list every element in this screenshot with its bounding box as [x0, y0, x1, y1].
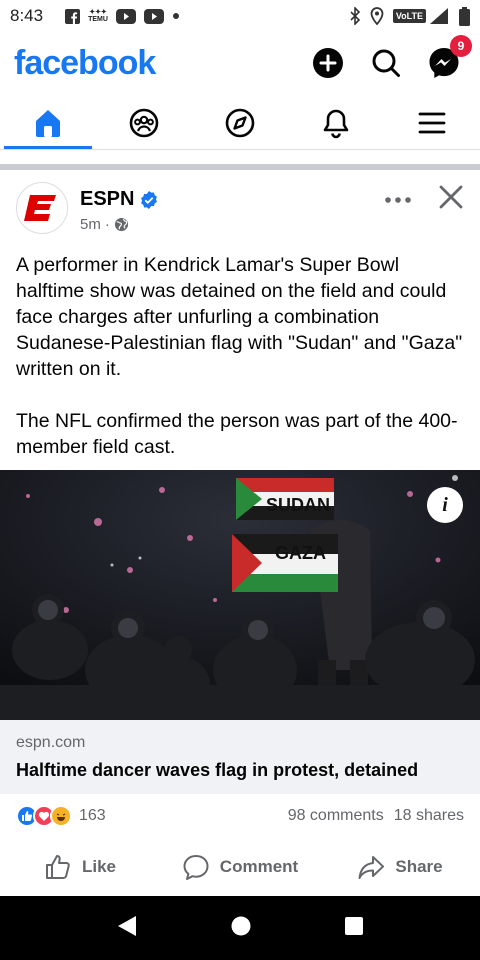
back-button[interactable] [116, 914, 138, 943]
thumbs-up-icon [45, 855, 70, 879]
plus-icon [313, 48, 343, 78]
halftime-photo: SUDAN GAZA [0, 470, 480, 720]
reaction-count[interactable]: 163 [79, 807, 106, 825]
tab-groups[interactable] [96, 96, 192, 149]
verified-badge-icon [141, 190, 158, 209]
espn-avatar[interactable] [16, 182, 68, 234]
volte-label: VoLTE [392, 9, 426, 23]
location-icon [370, 7, 384, 25]
compass-icon [225, 108, 255, 137]
recents-button[interactable] [344, 916, 364, 941]
hamburger-icon [418, 112, 446, 133]
tab-home[interactable] [0, 96, 96, 149]
groups-icon [129, 108, 159, 137]
image-info-button[interactable]: i [427, 487, 463, 523]
post-time[interactable]: 5m [80, 216, 101, 233]
hide-post-button[interactable] [438, 184, 464, 215]
reaction-icons[interactable] [16, 805, 72, 827]
post-action-bar: Like Comment Share [0, 840, 480, 894]
status-time: 8:43 [10, 6, 44, 25]
comment-button[interactable]: Comment [160, 853, 320, 881]
comment-count[interactable]: 98 comments [288, 807, 384, 825]
like-button[interactable]: Like [0, 853, 160, 881]
battery-icon [459, 6, 470, 26]
home-button[interactable] [230, 915, 252, 942]
system-icons: VoLTE [349, 6, 470, 26]
main-tabs [0, 96, 480, 150]
header-actions: 9 [306, 35, 472, 85]
comment-label: Comment [219, 857, 299, 876]
messenger-button[interactable]: 9 [422, 35, 472, 85]
youtube-icon [115, 8, 136, 24]
globe-icon [114, 217, 128, 232]
post-text: A performer in Kendrick Lamar's Super Bo… [16, 252, 466, 486]
create-button[interactable] [306, 41, 350, 85]
reactions-summary: 163 98 comments 18 shares [0, 800, 480, 832]
signal-icon: VoLTE [392, 7, 450, 25]
feed-divider [0, 164, 480, 170]
post-author[interactable]: ESPN [80, 188, 158, 211]
flag-text-gaza: GAZA [275, 543, 326, 563]
comment-icon [183, 855, 209, 880]
share-icon [358, 856, 385, 879]
home-icon [36, 109, 60, 137]
facebook-notif-icon [65, 8, 81, 24]
home-circle-icon [231, 916, 251, 935]
tab-explore[interactable] [192, 96, 288, 149]
engagement-counts: 98 comments 18 shares [288, 807, 464, 825]
search-icon [372, 49, 400, 77]
post-author-name[interactable]: ESPN [80, 188, 134, 211]
like-label: Like [81, 857, 117, 876]
tab-menu[interactable] [384, 96, 480, 149]
more-options-button[interactable] [384, 191, 412, 209]
post-meta: ESPN 5m · [80, 182, 158, 233]
link-title[interactable]: Halftime dancer waves flag in protest, d… [16, 760, 464, 781]
post-image[interactable]: SUDAN GAZA i [0, 470, 480, 720]
sudan-flag: SUDAN [236, 478, 334, 520]
recents-icon [345, 916, 363, 935]
tab-notifications[interactable] [288, 96, 384, 149]
flag-text-sudan: SUDAN [266, 495, 330, 515]
status-bar: 8:43 ✦✦✦ TEMU VoLTE [0, 0, 480, 32]
back-icon [118, 915, 136, 936]
share-label: Share [395, 857, 443, 876]
haha-reaction-icon [50, 805, 72, 827]
youtube-icon [143, 8, 164, 24]
post-header: ESPN 5m · [0, 182, 480, 246]
post-paragraph: The NFL confirmed the person was part of… [16, 410, 458, 458]
link-preview[interactable]: espn.com Halftime dancer waves flag in p… [0, 720, 480, 794]
search-button[interactable] [364, 41, 408, 85]
palestine-flag: GAZA [232, 534, 338, 592]
post-header-actions [384, 182, 464, 215]
facebook-logo[interactable]: facebook [14, 44, 156, 83]
notification-icons: ✦✦✦ TEMU [65, 8, 180, 24]
bell-icon [323, 109, 349, 138]
app-header: facebook 9 [0, 32, 480, 94]
ellipsis-icon [385, 196, 411, 203]
close-icon [439, 185, 463, 209]
link-domain: espn.com [16, 734, 86, 751]
espn-logo-icon [24, 195, 56, 221]
post-time-row: 5m · [80, 216, 158, 233]
messenger-badge: 9 [450, 35, 472, 57]
bluetooth-icon [349, 7, 361, 25]
post-paragraph: A performer in Kendrick Lamar's Super Bo… [16, 254, 463, 380]
android-nav-bar [0, 896, 480, 960]
temu-icon: ✦✦✦ TEMU [88, 9, 108, 23]
share-count[interactable]: 18 shares [394, 807, 464, 825]
dot-icon [172, 12, 180, 20]
time-separator: · [104, 216, 110, 233]
share-button[interactable]: Share [320, 853, 480, 881]
